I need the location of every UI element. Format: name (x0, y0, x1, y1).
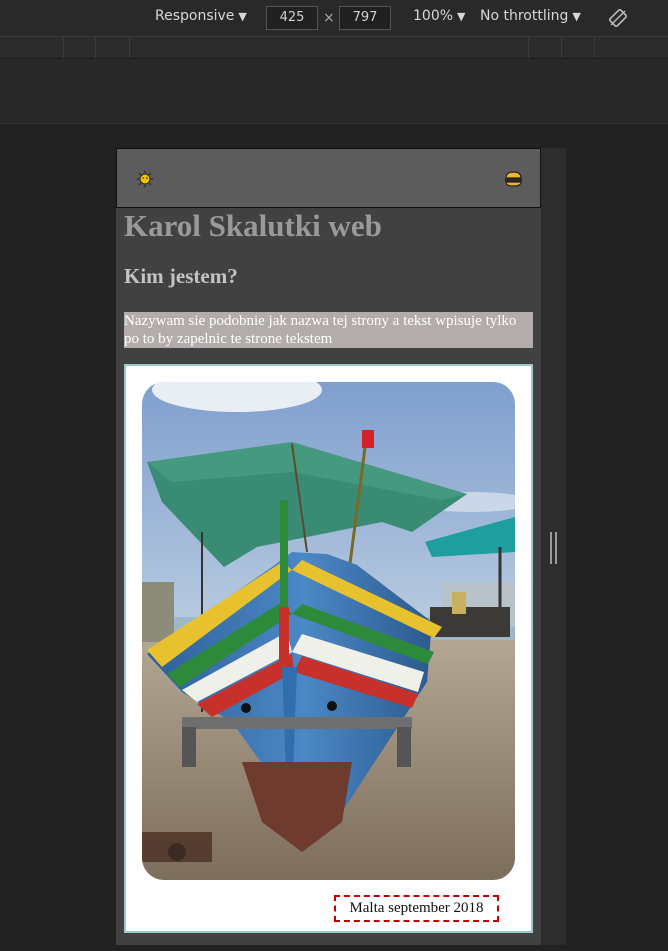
emulated-page: Karol Skalutki web Kim jestem? Nazywam s… (116, 148, 541, 945)
device-frame-strip (0, 59, 668, 124)
throttling-label: No throttling (480, 8, 569, 24)
photo-caption: Malta september 2018 (334, 895, 499, 922)
hamburger-icon[interactable] (504, 171, 523, 187)
boat-photo (142, 382, 515, 880)
site-navbar (116, 148, 541, 208)
throttling-dropdown[interactable]: No throttling ▼ (480, 8, 581, 24)
viewport-resize-handle[interactable] (550, 532, 558, 564)
intro-paragraph: Nazywam sie podobnie jak nazwa tej stron… (124, 312, 533, 348)
devtools-toolbar: Responsive ▼ 425 × 797 100% ▼ No throttlin… (0, 0, 668, 37)
section-heading: Kim jestem? (124, 264, 238, 288)
zoom-label: 100% (413, 8, 454, 24)
chevron-down-icon: ▼ (457, 10, 466, 23)
malta-boat-image (142, 382, 515, 880)
times-separator: × (323, 10, 335, 26)
photo-card: Malta september 2018 (124, 364, 533, 933)
height-input[interactable]: 797 (339, 6, 391, 30)
zoom-dropdown[interactable]: 100% ▼ (413, 8, 466, 24)
device-mode-label: Responsive (155, 8, 235, 24)
width-input[interactable]: 425 (266, 6, 318, 30)
site-title: Karol Skalutki web (124, 208, 382, 243)
rotate-icon[interactable] (609, 9, 627, 27)
media-query-ruler (0, 37, 668, 59)
sun-icon[interactable] (136, 170, 154, 188)
chevron-down-icon: ▼ (238, 10, 247, 23)
device-mode-dropdown[interactable]: Responsive ▼ (155, 8, 247, 24)
chevron-down-icon: ▼ (572, 10, 581, 23)
